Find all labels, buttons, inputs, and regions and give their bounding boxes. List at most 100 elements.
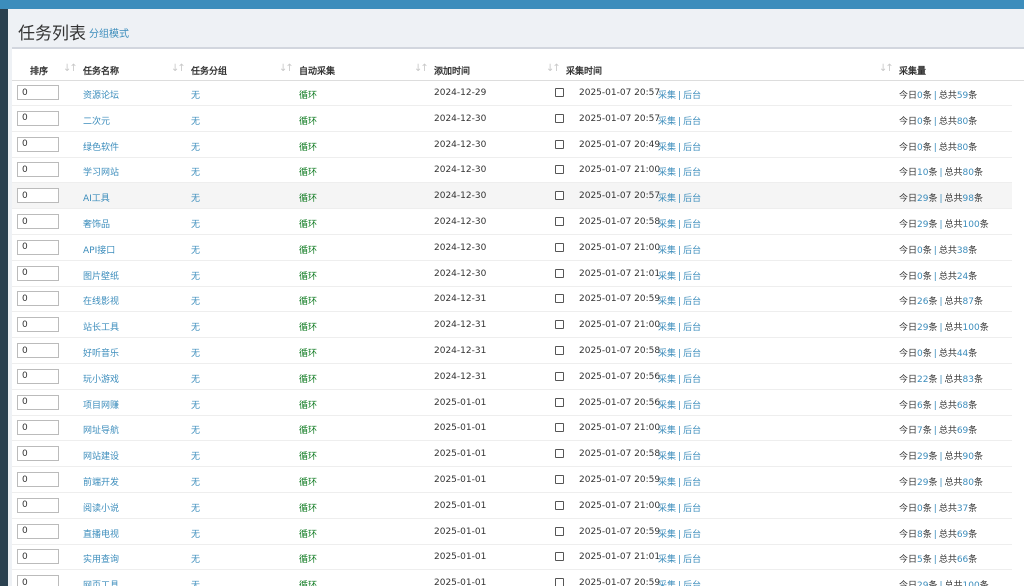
collect-link[interactable]: 采集	[658, 478, 676, 488]
select-checkbox[interactable]	[555, 294, 564, 304]
backend-link[interactable]: 后台	[683, 117, 701, 127]
collect-link[interactable]: 采集	[658, 297, 676, 307]
task-name-link[interactable]: 项目网赚	[83, 398, 119, 411]
select-checkbox[interactable]	[555, 88, 564, 97]
select-checkbox[interactable]	[555, 320, 564, 330]
sort-order-input[interactable]	[17, 317, 59, 333]
sort-order-input[interactable]	[17, 214, 59, 229]
task-group-link[interactable]: 无	[191, 114, 200, 127]
collect-link[interactable]: 采集	[658, 504, 676, 514]
column-header-added[interactable]: 添加时间	[434, 64, 470, 77]
backend-link[interactable]: 后台	[683, 349, 701, 359]
collect-link[interactable]: 采集	[658, 452, 676, 462]
backend-link[interactable]: 后台	[683, 555, 701, 565]
collect-link[interactable]: 采集	[658, 143, 676, 153]
task-group-link[interactable]: 无	[191, 423, 200, 436]
select-checkbox[interactable]	[555, 139, 564, 149]
select-checkbox[interactable]	[555, 165, 564, 175]
sort-arrows-icon[interactable]: ↓↑	[546, 63, 561, 74]
task-name-link[interactable]: 网页工具	[83, 578, 119, 586]
select-checkbox[interactable]	[555, 346, 564, 355]
task-group-link[interactable]: 无	[191, 346, 200, 359]
backend-link[interactable]: 后台	[683, 323, 701, 333]
task-group-link[interactable]: 无	[191, 243, 200, 256]
group-mode-link[interactable]: 分组模式	[89, 25, 129, 40]
collect-link[interactable]: 采集	[658, 246, 676, 256]
auto-collect-status[interactable]: 循环	[299, 423, 317, 436]
sort-order-input[interactable]	[17, 110, 59, 126]
backend-link[interactable]: 后台	[683, 504, 701, 514]
task-name-link[interactable]: AI工具	[83, 191, 110, 204]
task-name-link[interactable]: 资源论坛	[83, 88, 119, 101]
auto-collect-status[interactable]: 循环	[299, 398, 317, 411]
task-group-link[interactable]: 无	[191, 501, 200, 514]
task-group-link[interactable]: 无	[191, 88, 200, 101]
backend-link[interactable]: 后台	[683, 246, 701, 256]
sort-arrows-icon[interactable]: ↓↑	[63, 63, 78, 74]
task-group-link[interactable]: 无	[191, 269, 200, 282]
backend-link[interactable]: 后台	[683, 426, 701, 436]
task-group-link[interactable]: 无	[191, 294, 200, 307]
backend-link[interactable]: 后台	[683, 401, 701, 411]
task-group-link[interactable]: 无	[191, 527, 200, 540]
select-checkbox[interactable]	[555, 526, 564, 536]
sort-order-input[interactable]	[17, 472, 59, 487]
auto-collect-status[interactable]: 循环	[299, 243, 317, 256]
auto-collect-status[interactable]: 循环	[299, 140, 317, 153]
task-group-link[interactable]: 无	[191, 320, 200, 333]
select-checkbox[interactable]	[555, 423, 564, 433]
sort-arrows-icon[interactable]: ↓↑	[279, 63, 294, 74]
collect-link[interactable]: 采集	[658, 194, 676, 204]
sort-order-input[interactable]	[17, 575, 59, 586]
collect-link[interactable]: 采集	[658, 581, 676, 586]
auto-collect-status[interactable]: 循环	[299, 552, 317, 565]
sort-order-input[interactable]	[17, 497, 59, 513]
collect-link[interactable]: 采集	[658, 91, 676, 101]
column-header-name[interactable]: 任务名称	[83, 64, 119, 77]
sort-arrows-icon[interactable]: ↓↑	[171, 63, 186, 74]
column-header-collect-time[interactable]: 采集时间	[566, 64, 602, 77]
sort-arrows-icon[interactable]: ↓↑	[414, 63, 429, 74]
sort-order-input[interactable]	[17, 291, 59, 307]
auto-collect-status[interactable]: 循环	[299, 269, 317, 282]
column-header-auto[interactable]: 自动采集	[299, 64, 335, 77]
task-name-link[interactable]: API接口	[83, 243, 115, 256]
collect-link[interactable]: 采集	[658, 168, 676, 178]
backend-link[interactable]: 后台	[683, 452, 701, 462]
task-group-link[interactable]: 无	[191, 191, 200, 204]
backend-link[interactable]: 后台	[683, 143, 701, 153]
collect-link[interactable]: 采集	[658, 117, 676, 127]
sort-order-input[interactable]	[17, 549, 59, 565]
sort-order-input[interactable]	[17, 420, 59, 436]
auto-collect-status[interactable]: 循环	[299, 88, 317, 101]
auto-collect-status[interactable]: 循环	[299, 527, 317, 540]
backend-link[interactable]: 后台	[683, 581, 701, 586]
auto-collect-status[interactable]: 循环	[299, 346, 317, 359]
backend-link[interactable]: 后台	[683, 220, 701, 230]
sort-order-input[interactable]	[17, 343, 59, 358]
collect-link[interactable]: 采集	[658, 530, 676, 540]
auto-collect-status[interactable]: 循环	[299, 114, 317, 127]
task-group-link[interactable]: 无	[191, 398, 200, 411]
auto-collect-status[interactable]: 循环	[299, 372, 317, 385]
backend-link[interactable]: 后台	[683, 168, 701, 178]
backend-link[interactable]: 后台	[683, 478, 701, 488]
collect-link[interactable]: 采集	[658, 323, 676, 333]
select-checkbox[interactable]	[555, 268, 564, 278]
task-group-link[interactable]: 无	[191, 165, 200, 178]
select-checkbox[interactable]	[555, 397, 564, 407]
sort-order-input[interactable]	[17, 85, 59, 100]
auto-collect-status[interactable]: 循环	[299, 294, 317, 307]
task-name-link[interactable]: 玩小游戏	[83, 372, 119, 385]
select-checkbox[interactable]	[555, 191, 564, 201]
task-group-link[interactable]: 无	[191, 578, 200, 586]
sort-order-input[interactable]	[17, 523, 59, 539]
select-checkbox[interactable]	[555, 475, 564, 484]
backend-link[interactable]: 后台	[683, 530, 701, 540]
task-group-link[interactable]: 无	[191, 552, 200, 565]
collect-link[interactable]: 采集	[658, 401, 676, 411]
task-name-link[interactable]: 图片壁纸	[83, 269, 119, 282]
auto-collect-status[interactable]: 循环	[299, 191, 317, 204]
collect-link[interactable]: 采集	[658, 272, 676, 282]
select-checkbox[interactable]	[555, 500, 564, 510]
